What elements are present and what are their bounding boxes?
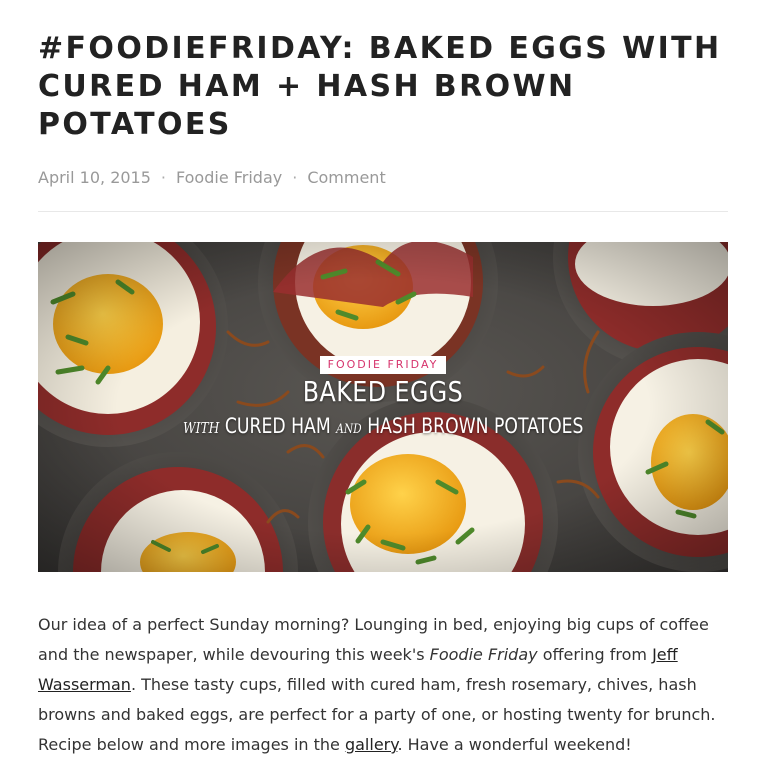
- hero-sub-ham: CURED HAM: [224, 414, 331, 438]
- hero-sub-potatoes: HASH BROWN POTATOES: [366, 414, 584, 438]
- meta-separator: ·: [292, 168, 298, 187]
- post-meta: April 10, 2015 · Foodie Friday · Comment: [38, 166, 728, 190]
- hero-overlay: FOODIE FRIDAY: [38, 353, 728, 374]
- meta-separator: ·: [160, 168, 166, 187]
- post-date: April 10, 2015: [38, 168, 151, 187]
- category-link[interactable]: Foodie Friday: [176, 166, 282, 190]
- comment-link[interactable]: Comment: [307, 166, 385, 190]
- hero-headline: BAKED EGGS: [302, 375, 464, 408]
- post-title: #FOODIEFRIDAY: BAKED EGGS WITH CURED HAM…: [38, 31, 722, 142]
- hero-subheadline: WITH CURED HAM AND HASH BROWN POTATOES: [38, 413, 728, 443]
- hero-sub-with: WITH: [182, 419, 220, 437]
- hero-sub-and: AND: [335, 422, 362, 437]
- hero-image: FOODIE FRIDAY BAKED EGGS WITH CURED HAM …: [38, 242, 728, 572]
- hero-badge: FOODIE FRIDAY: [319, 356, 447, 374]
- body-text: . Have a wonderful weekend!: [397, 735, 632, 754]
- post-body: Our idea of a perfect Sunday morning? Lo…: [38, 610, 728, 760]
- post-paragraph: Our idea of a perfect Sunday morning? Lo…: [38, 610, 728, 760]
- body-emphasis: Foodie Friday: [429, 645, 538, 664]
- gallery-link[interactable]: gallery: [345, 735, 397, 754]
- article: #FOODIEFRIDAY: BAKED EGGS WITH CURED HAM…: [38, 30, 728, 760]
- divider: [38, 211, 728, 212]
- body-text: offering from: [537, 645, 653, 664]
